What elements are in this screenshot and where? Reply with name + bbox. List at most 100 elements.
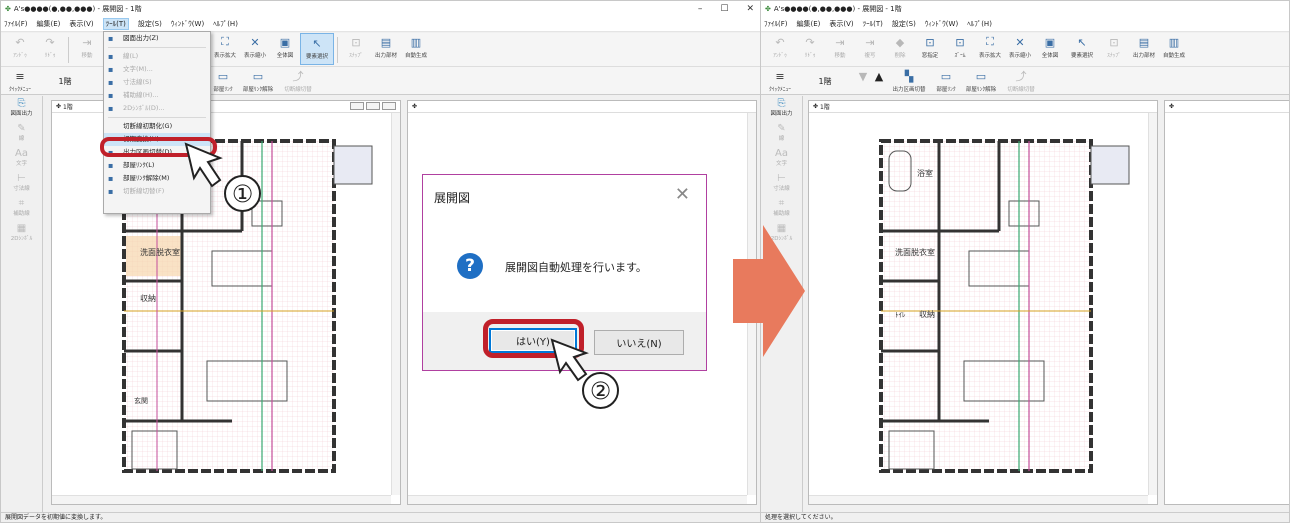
vertical-scrollbar[interactable] [1148, 113, 1157, 495]
menu-file[interactable]: ﾌｧｲﾙ(F) [764, 19, 788, 29]
toolbar-button[interactable]: ⛶ 表示拡大 [975, 33, 1005, 65]
cut-line-icon: ⤴ [1015, 70, 1027, 83]
menu-help[interactable]: ﾍﾙﾌﾟ(H) [213, 19, 238, 29]
toolbar-button[interactable]: ⊡ ｽﾅｯﾌﾟ [1099, 33, 1129, 65]
section-toggle-button[interactable]: ▚ 出力区画切替 [887, 67, 931, 99]
room-link-button[interactable]: ▭ 部屋ﾘﾝｸ [208, 67, 238, 99]
guide-icon: ⌗ [778, 198, 785, 209]
toolbar-button[interactable]: ✕ 表示縮小 [1005, 33, 1035, 65]
dialog-close-icon[interactable]: ✕ [675, 184, 690, 205]
fit-label: 全体図 [276, 53, 294, 59]
toolbar-button[interactable]: ⊡ 窓指定 [915, 33, 945, 65]
floor-up-button[interactable]: ▲ [871, 67, 887, 99]
toolbar-label: 全体図 [1041, 53, 1059, 59]
horizontal-scrollbar[interactable] [809, 495, 1148, 504]
menu-item[interactable]: ▪ 線(L) [104, 50, 210, 63]
toolbar-button[interactable]: ↖ 要素選択 [1065, 33, 1099, 65]
line-icon: ✎ [17, 123, 26, 134]
zoom-in-button[interactable]: ⛶ 表示拡大 [210, 33, 240, 65]
toolbar-button[interactable]: ▤ 出力部材 [1129, 33, 1159, 65]
menu-window[interactable]: ｳｨﾝﾄﾞｳ(W) [171, 19, 204, 29]
tool-line[interactable]: ✎ 線 [1, 121, 42, 146]
menu-item[interactable]: ▪ 2Dｼﾝﾎﾞﾙ(D)... [104, 102, 210, 115]
toolbar-button[interactable]: ⊡ ｽﾞｰﾑ [945, 33, 975, 65]
toolbar-icon: ↖ [1077, 35, 1087, 49]
cut-line-label: 切断線切替 [1007, 87, 1035, 93]
undo-button[interactable]: ↶ ｱﾝﾄﾞｩ [5, 33, 35, 65]
menu-tool[interactable]: ﾂｰﾙ(T) [863, 19, 883, 29]
menu-edit[interactable]: 編集(E) [37, 19, 61, 29]
cut-line-toggle-button[interactable]: ⤴ 切断線切替 [278, 67, 318, 99]
room-unlink-button[interactable]: ▭ 部屋ﾘﾝｸ解除 [961, 67, 1001, 99]
toolbar-button[interactable]: ↷ ﾘﾄﾞｩ [795, 33, 825, 65]
minimize-button[interactable]: – [698, 1, 703, 17]
toolbar-button[interactable]: ⇥ 移動 [825, 33, 855, 65]
toolbar-button[interactable]: ⇥ 複写 [855, 33, 885, 65]
menu-item[interactable]: 切断線初期化(G) [104, 120, 210, 133]
tool-drawing-output[interactable]: ⎘ 図面出力 [1, 96, 42, 121]
toolbar-label: 出力部材 [1132, 53, 1155, 59]
menu-settings[interactable]: 設定(S) [138, 19, 162, 29]
menu-edit[interactable]: 編集(E) [797, 19, 821, 29]
question-icon: ? [457, 253, 483, 279]
toolbar-button[interactable]: ↶ ｱﾝﾄﾞｩ [765, 33, 795, 65]
zoom-out-button[interactable]: ✕ 表示縮小 [240, 33, 270, 65]
toolbar-button[interactable]: ▥ 自動生成 [1159, 33, 1189, 65]
floor-plan-drawing: 浴室 洗面脱衣室 ﾄｲﾚ 収納 [879, 139, 1130, 473]
menu-file[interactable]: ﾌｧｲﾙ(F) [4, 19, 28, 29]
menu-tool[interactable]: ﾂｰﾙ(T) [102, 18, 129, 30]
toolbar-button[interactable]: ▣ 全体図 [1035, 33, 1065, 65]
horizontal-scrollbar[interactable] [52, 495, 391, 504]
quick-menu-button[interactable]: ≡ ｸｲｯｸﾒﾆｭｰ [765, 67, 795, 99]
room-link-label: 部屋ﾘﾝｸ [936, 87, 956, 93]
fit-button[interactable]: ▣ 全体図 [270, 33, 300, 65]
no-button[interactable]: いいえ(N) [594, 330, 684, 355]
menu-settings[interactable]: 設定(S) [892, 19, 916, 29]
room-unlink-icon: ▪ [108, 174, 114, 183]
output-parts-button[interactable]: ▤ 出力部材 [371, 33, 401, 65]
zoom-in-icon: ⛶ [221, 35, 229, 48]
snap-label: ｽﾅｯﾌﾟ [349, 53, 363, 59]
select-button[interactable]: ↖ 要素選択 [300, 33, 334, 65]
menu-item[interactable]: ▪ 文字(M)... [104, 63, 210, 76]
doc-close-button[interactable] [382, 102, 396, 110]
menu-item[interactable]: ▪ 寸法線(S) [104, 76, 210, 89]
redo-button[interactable]: ↷ ﾘﾄﾞｩ [35, 33, 65, 65]
floor-down-button[interactable]: ▼ [855, 67, 871, 99]
room-link-button[interactable]: ▭ 部屋ﾘﾝｸ [931, 67, 961, 99]
redo-label: ﾘﾄﾞｩ [44, 53, 56, 59]
tool-guide[interactable]: ⌗ 補助線 [1, 196, 42, 221]
vertical-scrollbar[interactable] [391, 113, 400, 495]
tool-2d-symbol[interactable]: ▦ 2Dｼﾝﾎﾞﾙ [1, 221, 42, 246]
room-unlink-button[interactable]: ▭ 部屋ﾘﾝｸ解除 [238, 67, 278, 99]
menu-item-label: 線(L) [123, 52, 139, 60]
cut-line-toggle-button[interactable]: ⤴ 切断線切替 [1001, 67, 1041, 99]
tool-line[interactable]: ✎ 線 [761, 121, 802, 146]
undo-icon: ↶ [15, 35, 25, 49]
move-button[interactable]: ⇥ 移動 [72, 33, 102, 65]
menu-help[interactable]: ﾍﾙﾌﾟ(H) [967, 19, 992, 29]
doc-minimize-button[interactable] [350, 102, 364, 110]
menu-view[interactable]: 表示(V) [829, 19, 853, 29]
menu-item-label: 部屋ﾘﾝｸ(L) [123, 161, 155, 169]
maximize-button[interactable]: ☐ [720, 1, 728, 17]
quick-menu-button[interactable]: ≡ ｸｲｯｸﾒﾆｭｰ [5, 67, 35, 99]
menu-item[interactable]: ▪ 補助線(H)... [104, 89, 210, 102]
tool-guide[interactable]: ⌗ 補助線 [761, 196, 802, 221]
menu-item[interactable]: ▪ 図面出力(Z) [104, 32, 210, 45]
tool-dimension[interactable]: ⊢ 寸法線 [761, 171, 802, 196]
move-icon: ⇥ [82, 35, 92, 49]
doc-restore-button[interactable] [366, 102, 380, 110]
toolbar-label: 要素選択 [1070, 53, 1093, 59]
tool-drawing-output[interactable]: ⎘ 図面出力 [761, 96, 802, 121]
horizontal-scrollbar[interactable] [408, 495, 747, 504]
close-button[interactable]: ✕ [746, 1, 754, 17]
auto-generate-button[interactable]: ▥ 自動生成 [401, 33, 431, 65]
snap-button[interactable]: ⊡ ｽﾅｯﾌﾟ [341, 33, 371, 65]
menu-view[interactable]: 表示(V) [69, 19, 93, 29]
toolbar-button[interactable]: ◆ 削除 [885, 33, 915, 65]
tool-text[interactable]: Aa 文字 [1, 146, 42, 171]
menu-window[interactable]: ｳｨﾝﾄﾞｳ(W) [925, 19, 958, 29]
tool-dimension[interactable]: ⊢ 寸法線 [1, 171, 42, 196]
tool-text[interactable]: Aa 文字 [761, 146, 802, 171]
